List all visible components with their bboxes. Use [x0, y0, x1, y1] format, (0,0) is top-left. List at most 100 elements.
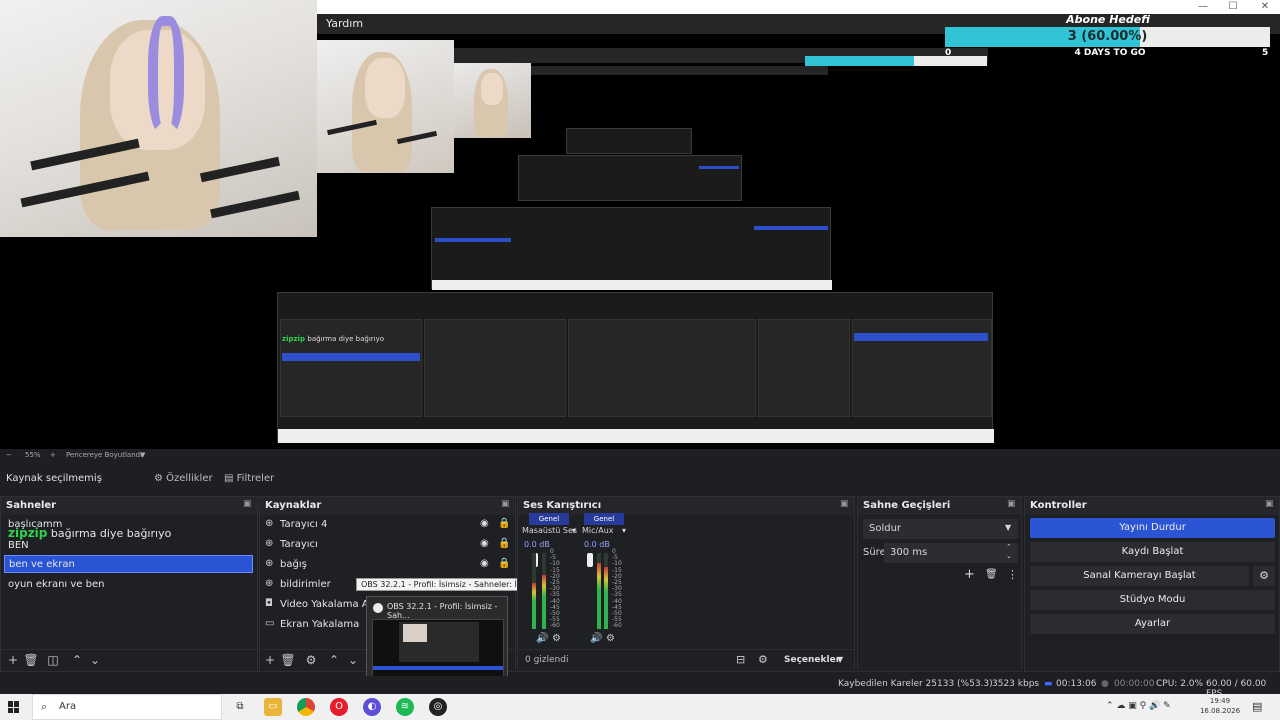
- lock-icon[interactable]: 🔒: [498, 538, 510, 549]
- virtual-camera-gear-icon[interactable]: ⚙: [1253, 566, 1275, 586]
- source-item[interactable]: ⊕ Tarayıcı ◉ 🔒: [262, 536, 512, 554]
- windows-start-icon[interactable]: [8, 701, 20, 713]
- monitor-icon: ▭: [265, 618, 275, 629]
- start-virtual-camera-button[interactable]: Sanal Kamerayı Başlat: [1030, 566, 1249, 586]
- tray-icons[interactable]: ⌃ ☁ ▣ ⚲ 🔊 ✎: [1106, 701, 1171, 711]
- mixer-tab[interactable]: Genel: [584, 513, 624, 525]
- nested-obs-window: zipzip bağırma diye bağırıyo: [277, 292, 994, 443]
- meter-scale: 0 -5 -10 -15 -20 -25 -30 -35 -40 -45 -50 -55 -60: [612, 548, 622, 630]
- maximize-button[interactable]: ☐: [1218, 0, 1248, 14]
- fit-to-window[interactable]: Pencereye Boyutlandır: [66, 451, 145, 459]
- taskbar: ⌕ Ara ⧉ ▭ O ◐ ≋ ◎ ⌃ ☁ ▣ ⚲ 🔊 ✎ 19:49 16.0…: [0, 694, 1280, 720]
- duration-label: Süre: [863, 547, 886, 558]
- speaker-icon[interactable]: 🔊: [536, 633, 548, 644]
- gear-icon: ⚙: [154, 473, 163, 484]
- start-recording-button[interactable]: Kaydı Başlat: [1030, 542, 1275, 562]
- eye-icon[interactable]: ◉: [480, 538, 489, 549]
- zoom-out-button[interactable]: −: [6, 451, 12, 459]
- eye-icon[interactable]: ◉: [480, 558, 489, 569]
- remove-scene-button[interactable]: 🗑: [23, 653, 39, 667]
- menu-help: Yardım: [326, 17, 364, 30]
- lock-icon[interactable]: 🔒: [498, 558, 510, 569]
- nested-obs-window-2: [431, 207, 832, 290]
- globe-icon: ⊕: [265, 538, 274, 549]
- hidden-count: 0 gizlendi: [525, 655, 569, 665]
- move-down-button[interactable]: ⌄: [345, 653, 361, 667]
- selected-source-label: Kaynak seçilmemiş: [6, 473, 102, 484]
- webcam-feed-nested: [317, 40, 454, 173]
- filters-button[interactable]: ▤ Filtreler: [218, 470, 280, 488]
- scene-filters-button[interactable]: ◫: [45, 653, 61, 667]
- nested-obs-window-3: [518, 155, 742, 201]
- undock-icon[interactable]: ▣: [501, 499, 511, 509]
- preview-zoom-bar: − 55% + Pencereye Boyutlandır ▼: [0, 449, 1280, 463]
- chevron-down-icon[interactable]: ▾: [622, 526, 626, 535]
- mixer-settings-icon[interactable]: ⚙: [758, 653, 768, 666]
- remove-source-button[interactable]: 🗑: [280, 653, 296, 667]
- lock-icon[interactable]: 🔒: [498, 518, 510, 529]
- taskbar-search[interactable]: ⌕ Ara: [32, 694, 222, 720]
- mixer-layout-icon[interactable]: ⊟: [736, 653, 745, 666]
- audio-mixer-dock: Ses Karıştırıcı ▣ Genel Genel Masaüstü S…: [517, 496, 855, 672]
- task-view-icon[interactable]: ⧉: [231, 698, 249, 716]
- more-icon[interactable]: ⋮: [1007, 568, 1018, 581]
- close-button[interactable]: ✕: [1250, 0, 1280, 14]
- goal-min: 0: [945, 48, 952, 58]
- add-scene-button[interactable]: +: [5, 653, 21, 667]
- mixer-tab[interactable]: Genel: [529, 513, 569, 525]
- mixer-gear-icon[interactable]: ⚙: [606, 633, 615, 644]
- studio-mode-button[interactable]: Stüdyo Modu: [1030, 590, 1275, 610]
- dropped-frames: Kaybedilen Kareler 25133 (%53.3): [838, 679, 993, 689]
- stop-streaming-button[interactable]: Yayını Durdur: [1030, 518, 1275, 538]
- speaker-icon[interactable]: 🔊: [590, 633, 602, 644]
- add-source-button[interactable]: +: [262, 653, 278, 667]
- opera-icon[interactable]: O: [330, 698, 348, 716]
- minimize-button[interactable]: —: [1188, 0, 1218, 14]
- clock[interactable]: 19:49 16.08.2026: [1198, 696, 1242, 716]
- undock-icon[interactable]: ▣: [243, 499, 253, 509]
- mixer-gear-icon[interactable]: ⚙: [552, 633, 561, 644]
- undock-icon[interactable]: ▣: [840, 499, 850, 509]
- volume-slider[interactable]: [587, 553, 593, 567]
- transition-select[interactable]: Soldur ▼: [863, 519, 1018, 539]
- nested-obs-window-4: [566, 128, 692, 154]
- scene-item[interactable]: oyun ekranı ve ben: [4, 576, 253, 594]
- stream-time: 00:13:06: [1056, 679, 1097, 689]
- duration-input[interactable]: 300 ms ⌃ ⌄: [884, 543, 1018, 563]
- remove-transition-button[interactable]: 🗑: [985, 569, 998, 580]
- source-properties-button[interactable]: ⚙: [303, 653, 319, 667]
- globe-icon: ⊕: [265, 578, 274, 589]
- properties-button[interactable]: ⚙ Özellikler: [148, 470, 219, 488]
- obs-taskbar-icon[interactable]: ◎: [429, 698, 447, 716]
- record-icon: ●: [1101, 679, 1109, 689]
- webcam-feed-nested-2: [454, 63, 531, 138]
- scene-item-selected[interactable]: ben ve ekran: [4, 555, 253, 573]
- eye-icon[interactable]: ◉: [480, 518, 489, 529]
- mixer-options-button[interactable]: Seçenekler: [784, 655, 840, 665]
- source-item[interactable]: ⊕ Tarayıcı 4 ◉ 🔒: [262, 516, 512, 534]
- chevron-down-icon[interactable]: ▼: [140, 451, 145, 459]
- undock-icon[interactable]: ▣: [1265, 499, 1275, 509]
- channel-db: 0.0 dB: [524, 540, 550, 549]
- chrome-icon[interactable]: [297, 698, 315, 716]
- goal-max: 5: [1262, 48, 1269, 58]
- move-down-button[interactable]: ⌄: [87, 653, 103, 667]
- settings-button[interactable]: Ayarlar: [1030, 614, 1275, 634]
- zoom-in-button[interactable]: +: [50, 451, 56, 459]
- move-up-button[interactable]: ⌃: [69, 653, 85, 667]
- file-explorer-icon[interactable]: ▭: [264, 698, 282, 716]
- stepper-icon[interactable]: ⌃ ⌄: [1006, 543, 1012, 561]
- goal-value: 3 (60.00%): [1067, 29, 1148, 44]
- spotify-icon[interactable]: ≋: [396, 698, 414, 716]
- source-item[interactable]: ⊕ bağış ◉ 🔒: [262, 556, 512, 574]
- status-bar: Kaybedilen Kareler 25133 (%53.3) 3523 kb…: [0, 676, 1280, 699]
- messenger-icon[interactable]: ◐: [363, 698, 381, 716]
- chevron-down-icon[interactable]: ▼: [837, 655, 843, 664]
- add-transition-button[interactable]: +: [964, 567, 975, 582]
- scene-item[interactable]: BEN: [4, 537, 253, 555]
- notification-icon[interactable]: ▤: [1252, 700, 1262, 713]
- move-up-button[interactable]: ⌃: [326, 653, 342, 667]
- chevron-down-icon[interactable]: ▾: [572, 526, 576, 535]
- undock-icon[interactable]: ▣: [1007, 499, 1017, 509]
- properties-bar: Kaynak seçilmemiş ⚙ Özellikler ▤ Filtrel…: [0, 467, 1280, 491]
